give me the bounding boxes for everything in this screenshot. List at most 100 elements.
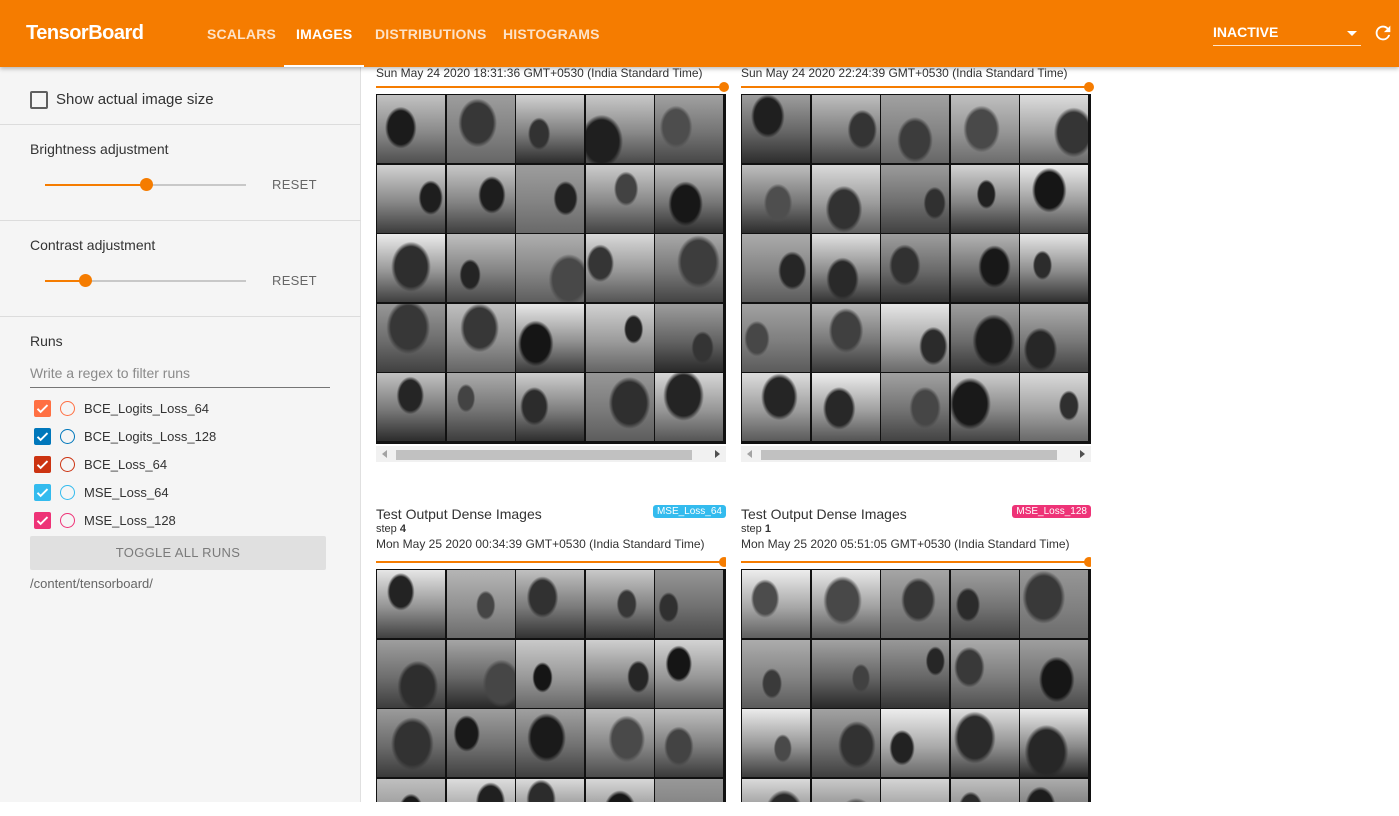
step-slider[interactable] — [376, 82, 729, 92]
card-title: Test Output Dense Images — [376, 506, 542, 522]
image-thumbnail — [655, 164, 724, 233]
sidebar: Show actual image size Brightness adjust… — [0, 67, 361, 802]
image-thumbnail — [516, 303, 585, 372]
image-thumbnail — [950, 373, 1019, 442]
image-thumbnail — [950, 95, 1019, 163]
image-thumbnail — [446, 234, 515, 303]
image-thumbnail — [585, 303, 654, 372]
image-thumbnail — [655, 778, 724, 802]
image-thumbnail — [811, 95, 880, 163]
brightness-title: Brightness adjustment — [30, 141, 169, 157]
run-checkbox[interactable] — [34, 484, 51, 501]
image-thumbnail — [742, 303, 810, 372]
tab-distributions[interactable]: DISTRIBUTIONS — [363, 0, 499, 67]
scroll-right-arrow-icon[interactable] — [715, 450, 720, 458]
logdir-path: /content/tensorboard/ — [30, 576, 153, 591]
image-thumbnail — [811, 303, 880, 372]
image-thumbnail — [742, 778, 810, 802]
card-timestamp: Mon May 25 2020 00:34:39 GMT+0530 (India… — [376, 537, 705, 551]
step-slider-knob[interactable] — [719, 557, 726, 567]
step-slider-knob[interactable] — [1084, 557, 1091, 567]
scrollbar-thumb[interactable] — [396, 450, 692, 460]
image-thumbnail — [655, 95, 724, 163]
image-grid — [741, 569, 1091, 802]
dropdown-caret-icon — [1347, 31, 1357, 36]
step-label: step — [376, 523, 397, 535]
run-color-circle-icon — [60, 485, 75, 500]
image-thumbnail — [585, 234, 654, 303]
image-thumbnail — [655, 373, 724, 442]
run-name: MSE_Loss_64 — [84, 485, 169, 500]
brightness-slider[interactable] — [45, 178, 246, 191]
image-thumbnail — [585, 95, 654, 163]
run-checkbox[interactable] — [34, 428, 51, 445]
image-thumbnail — [881, 164, 950, 233]
step-slider[interactable] — [741, 82, 1094, 92]
image-thumbnail — [446, 709, 515, 778]
image-thumbnail — [446, 95, 515, 163]
brightness-reset-button[interactable]: RESET — [272, 177, 317, 192]
scroll-left-arrow-icon[interactable] — [747, 450, 752, 458]
image-thumbnail — [811, 234, 880, 303]
image-thumbnail — [742, 709, 810, 778]
scroll-left-arrow-icon[interactable] — [382, 450, 387, 458]
run-checkbox[interactable] — [34, 512, 51, 529]
tab-images[interactable]: IMAGES — [284, 0, 365, 67]
image-thumbnail — [655, 570, 724, 638]
show-actual-size-checkbox[interactable] — [30, 91, 48, 109]
card-step: step 1 — [741, 523, 771, 535]
tab-histograms[interactable]: HISTOGRAMS — [491, 0, 612, 67]
run-name: BCE_Logits_Loss_128 — [84, 429, 217, 444]
step-slider[interactable] — [376, 557, 726, 567]
image-thumbnail — [950, 570, 1019, 638]
image-thumbnail — [881, 639, 950, 708]
brightness-slider-fill — [45, 184, 146, 186]
toggle-all-runs-button[interactable]: TOGGLE ALL RUNS — [30, 536, 326, 570]
brightness-slider-knob[interactable] — [139, 178, 153, 191]
scroll-right-arrow-icon[interactable] — [1080, 450, 1085, 458]
run-name: BCE_Loss_64 — [84, 457, 168, 472]
step-slider-knob[interactable] — [1084, 82, 1094, 92]
image-card-top-left: Sun May 24 2020 18:31:36 GMT+0530 (India… — [376, 64, 729, 466]
run-filter-input[interactable]: Write a regex to filter runs — [30, 363, 330, 388]
tab-scalars[interactable]: SCALARS — [195, 0, 288, 67]
image-thumbnail — [655, 709, 724, 778]
run-name: BCE_Logits_Loss_64 — [84, 401, 210, 416]
select-value: INACTIVE — [1213, 24, 1279, 40]
run-checkbox[interactable] — [34, 400, 51, 417]
image-thumbnail — [446, 164, 515, 233]
image-thumbnail — [811, 639, 880, 708]
contrast-reset-button[interactable]: RESET — [272, 273, 317, 288]
image-thumbnail — [950, 303, 1019, 372]
image-thumbnail — [811, 709, 880, 778]
run-color-circle-icon — [60, 513, 75, 528]
image-thumbnail — [585, 373, 654, 442]
run-color-circle-icon — [60, 401, 75, 416]
image-thumbnail — [950, 778, 1019, 802]
image-thumbnail — [1020, 373, 1089, 442]
image-thumbnail — [585, 639, 654, 708]
image-thumbnail — [377, 778, 445, 802]
check-icon — [36, 432, 49, 442]
contrast-slider[interactable] — [45, 274, 246, 287]
step-slider[interactable] — [741, 557, 1091, 567]
image-thumbnail — [585, 570, 654, 638]
image-thumbnail — [516, 164, 585, 233]
image-thumbnail — [446, 778, 515, 802]
inactive-dashboards-select[interactable]: INACTIVE — [1213, 24, 1361, 46]
run-checkbox[interactable] — [34, 456, 51, 473]
reload-icon[interactable] — [1372, 22, 1394, 44]
image-thumbnail — [585, 778, 654, 802]
image-thumbnail — [377, 234, 445, 303]
image-thumbnail — [377, 303, 445, 372]
image-thumbnail — [377, 95, 445, 163]
step-slider-knob[interactable] — [719, 82, 729, 92]
card-step: step 4 — [376, 523, 406, 535]
horizontal-scrollbar[interactable] — [376, 446, 726, 462]
scrollbar-thumb[interactable] — [761, 450, 1057, 460]
image-thumbnail — [1020, 709, 1089, 778]
horizontal-scrollbar[interactable] — [741, 446, 1091, 462]
contrast-slider-knob[interactable] — [79, 274, 93, 287]
image-thumbnail — [950, 234, 1019, 303]
image-thumbnail — [1020, 234, 1089, 303]
